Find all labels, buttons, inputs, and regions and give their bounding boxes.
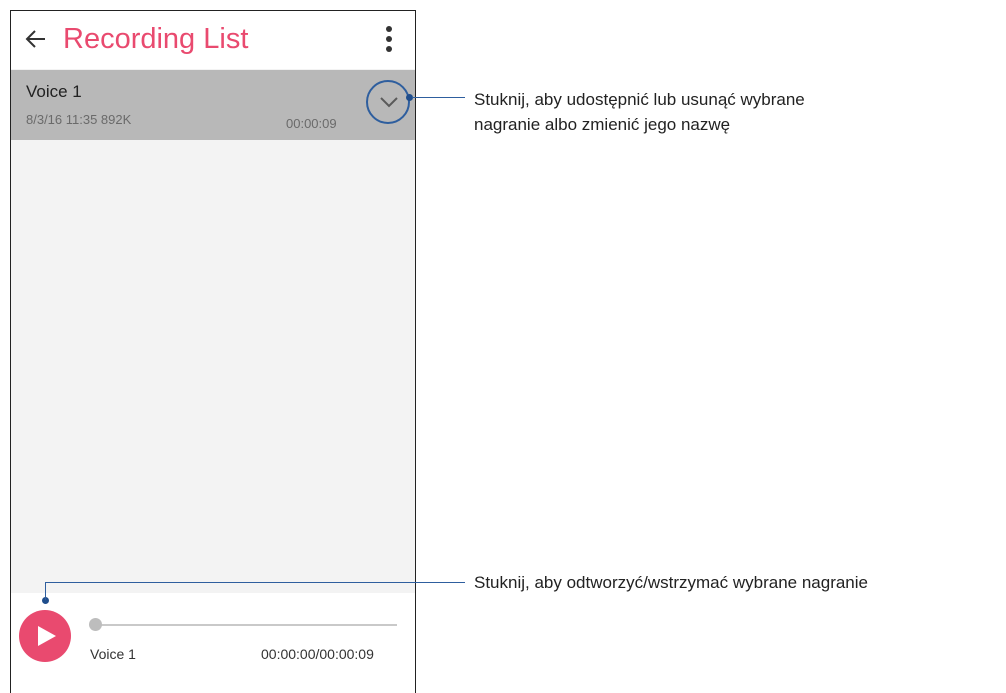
callout-text-play: Stuknij, aby odtworzyć/wstrzymać wybrane…	[474, 570, 1004, 595]
callout-expand-line1: Stuknij, aby udostępnić lub usunąć wybra…	[474, 90, 805, 109]
play-pause-button[interactable]	[19, 610, 71, 662]
page-title: Recording List	[63, 23, 249, 55]
player-track-name: Voice 1	[90, 646, 136, 662]
play-icon	[38, 626, 56, 646]
progress-track[interactable]	[95, 624, 397, 626]
recording-duration: 00:00:09	[286, 116, 337, 131]
manual-figure: Recording List Voice 1 8/3/16 11:35 892K…	[0, 0, 1006, 693]
phone-screen: Recording List Voice 1 8/3/16 11:35 892K…	[10, 10, 416, 693]
app-bar: Recording List	[11, 11, 415, 69]
player-time: 00:00:00/00:00:09	[261, 646, 374, 662]
mini-player: Voice 1 00:00:00/00:00:09	[11, 593, 415, 693]
recording-list-empty-area	[11, 140, 415, 593]
chevron-down-icon	[380, 97, 398, 108]
progress-thumb[interactable]	[89, 618, 102, 631]
recording-name: Voice 1	[26, 82, 82, 101]
callout-line-play-horizontal	[45, 582, 465, 583]
callout-line-expand	[412, 97, 465, 98]
recording-list-item[interactable]: Voice 1 8/3/16 11:35 892K 00:00:09	[11, 70, 415, 140]
more-vert-icon[interactable]	[385, 25, 393, 53]
recording-meta: 8/3/16 11:35 892K	[26, 112, 132, 127]
expand-options-button[interactable]	[366, 80, 410, 124]
callout-expand-line2: nagranie albo zmienić jego nazwę	[474, 115, 731, 134]
callout-play-line1: Stuknij, aby odtworzyć/wstrzymać wybrane…	[474, 573, 868, 592]
callout-line-play-vertical	[45, 582, 46, 600]
arrow-left-icon[interactable]	[25, 28, 47, 50]
callout-text-expand: Stuknij, aby udostępnić lub usunąć wybra…	[474, 87, 974, 137]
